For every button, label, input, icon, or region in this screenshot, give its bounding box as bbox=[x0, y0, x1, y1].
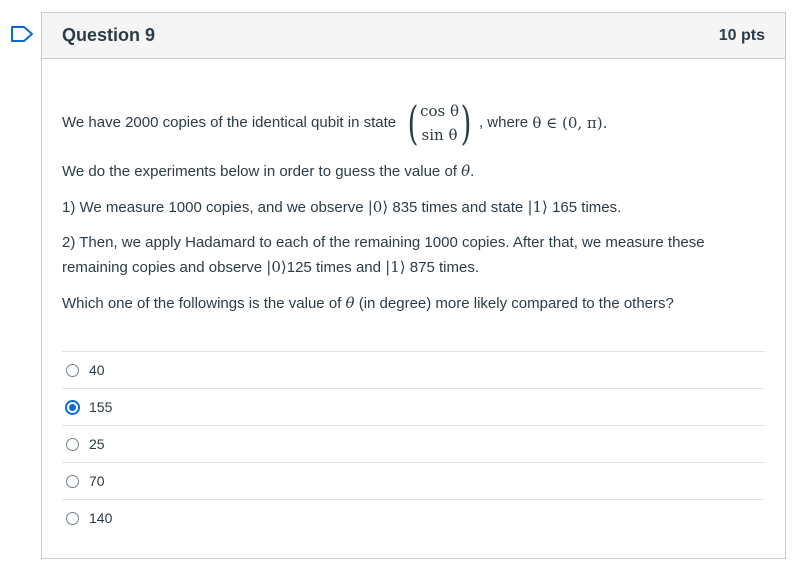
answer-option[interactable]: 25 bbox=[62, 425, 765, 462]
ket-zero: |0⟩ bbox=[367, 198, 389, 216]
line4-a: 2) Then, we apply Hadamard to each of th… bbox=[62, 234, 705, 251]
line5-prefix: Which one of the followings is the value… bbox=[62, 295, 342, 312]
answer-option[interactable]: 155 bbox=[62, 388, 765, 425]
line4-mid: 125 times and bbox=[286, 259, 381, 276]
answer-label: 155 bbox=[89, 399, 113, 415]
radio-button[interactable] bbox=[66, 437, 79, 451]
answer-option[interactable]: 70 bbox=[62, 462, 765, 499]
vector-bottom: sin θ bbox=[421, 126, 458, 144]
line4-suffix: 875 times. bbox=[409, 259, 479, 276]
question-card: Question 9 10 pts We have 2000 copies of… bbox=[41, 12, 786, 559]
theta-symbol: θ bbox=[345, 294, 355, 312]
intro-text: We have 2000 copies of the identical qub… bbox=[62, 114, 397, 131]
ket-one: |1⟩ bbox=[527, 198, 548, 216]
vector-column: cos θ sin θ bbox=[420, 99, 459, 147]
theta-symbol: θ bbox=[461, 162, 471, 180]
answer-option[interactable]: 40 bbox=[62, 351, 765, 388]
answer-list: 40 155 25 70 140 bbox=[62, 351, 765, 536]
ket-zero: |0⟩ bbox=[266, 258, 287, 276]
line2-end: . bbox=[470, 163, 475, 180]
answer-option[interactable]: 140 bbox=[62, 499, 765, 536]
question-title: Question 9 bbox=[62, 25, 156, 45]
intro-where: , where bbox=[478, 114, 529, 131]
line3-suffix: 165 times. bbox=[552, 199, 622, 216]
question-line-5: Which one of the followings is the value… bbox=[62, 291, 765, 316]
radio-button[interactable] bbox=[66, 511, 79, 525]
ket-one: |1⟩ bbox=[385, 258, 406, 276]
line3-prefix: 1) We measure 1000 copies, and we observ… bbox=[62, 199, 364, 216]
vector-top: cos θ bbox=[420, 102, 459, 120]
state-vector: ( cos θ sin θ ) bbox=[404, 99, 475, 147]
radio-button-checked[interactable] bbox=[65, 399, 80, 415]
line4-b-prefix: remaining copies and observe bbox=[62, 259, 263, 276]
line2-text: We do the experiments below in order to … bbox=[62, 163, 457, 180]
answer-label: 25 bbox=[89, 436, 105, 452]
flag-question-icon[interactable] bbox=[10, 26, 34, 42]
radio-button[interactable] bbox=[66, 363, 79, 377]
left-paren: ( bbox=[407, 96, 419, 150]
answer-label: 140 bbox=[89, 510, 113, 526]
answer-label: 70 bbox=[89, 473, 105, 489]
question-line-4: 2) Then, we apply Hadamard to each of th… bbox=[62, 231, 765, 280]
right-paren: ) bbox=[460, 96, 472, 150]
question-points: 10 pts bbox=[718, 26, 765, 44]
intro-condition: θ ∈ (0, π). bbox=[532, 114, 608, 132]
line5-suffix: (in degree) more likely compared to the … bbox=[358, 295, 674, 312]
line3-mid: 835 times and state bbox=[392, 199, 524, 216]
line4-b: remaining copies and observe |0⟩125 time… bbox=[62, 255, 765, 280]
question-line-3: 1) We measure 1000 copies, and we observ… bbox=[62, 195, 765, 220]
question-header: Question 9 10 pts bbox=[42, 13, 785, 59]
radio-button[interactable] bbox=[66, 474, 79, 488]
question-intro: We have 2000 copies of the identical qub… bbox=[62, 95, 765, 151]
answer-label: 40 bbox=[89, 362, 105, 378]
question-line-2: We do the experiments below in order to … bbox=[62, 159, 765, 184]
